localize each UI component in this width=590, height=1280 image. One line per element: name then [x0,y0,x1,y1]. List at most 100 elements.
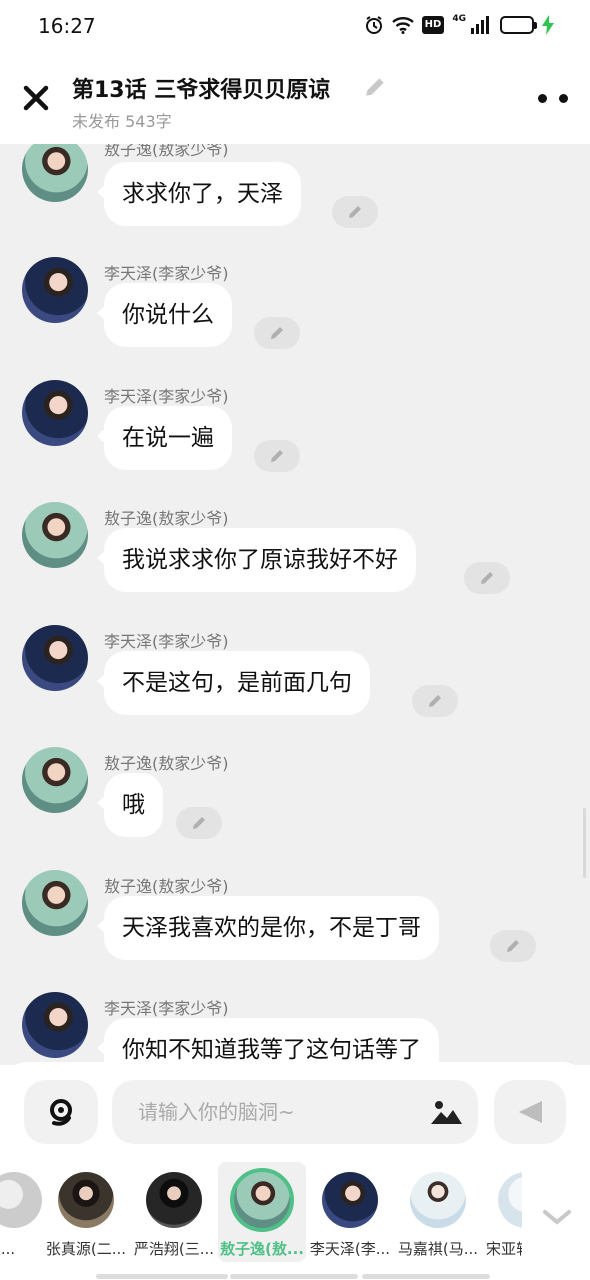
message-item: 李天泽(李家少爷) 你知不知道我等了这句话等了 [0,992,590,1065]
status-icons: HD 4G [364,14,554,36]
close-button[interactable] [20,82,52,114]
voice-button[interactable] [24,1080,98,1144]
avatar[interactable] [22,257,88,323]
character-name: 敖子逸(敖... [220,1240,304,1258]
message-bubble[interactable]: 你说什么 [97,283,232,347]
message-bubble[interactable]: 天泽我喜欢的是你，不是丁哥 [97,896,439,960]
character-name: 严浩翔(三... [133,1240,215,1258]
voice-icon [50,1099,72,1126]
message-item: 敖子逸(敖家少爷) 天泽我喜欢的是你，不是丁哥 [0,870,590,992]
edit-message-button[interactable] [254,317,300,349]
character-name: 马嘉祺(马... [397,1240,479,1258]
message-sender: 敖子逸(敖家少爷) [104,754,229,773]
character-avatar [410,1172,466,1228]
network-type: 4G [452,14,466,24]
message-item: 李天泽(李家少爷) 不是这句，是前面几句 [0,625,590,747]
character-name: 宋亚轩 [486,1240,522,1258]
character-item[interactable]: 李天泽(李... [306,1162,394,1262]
pencil-icon [366,78,384,96]
character-item-selected[interactable]: 敖子逸(敖... [218,1162,306,1262]
message-sender: 李天泽(李家少爷) [104,264,229,283]
pencil-icon [481,572,493,584]
home-indicator [230,1274,358,1279]
edit-message-button[interactable] [412,685,458,717]
character-item[interactable]: 马嘉祺(马... [394,1162,482,1262]
message-bubble[interactable]: 求求你了，天泽 [97,162,301,226]
message-bubble[interactable]: 你知不知道我等了这句话等了 [97,1018,439,1065]
image-icon [431,1101,462,1124]
hd-badge: HD [421,16,445,34]
character-name: 张真源(二... [45,1240,127,1258]
charging-icon [542,14,554,36]
pencil-icon [193,817,205,829]
input-bar [0,1062,590,1162]
character-avatar [322,1172,378,1228]
character-avatar [146,1172,202,1228]
avatar[interactable] [22,380,88,446]
input-box[interactable] [112,1080,478,1144]
story-input[interactable] [138,1080,418,1144]
message-bubble[interactable]: 我说求求你了原谅我好不好 [97,528,416,592]
send-icon [519,1101,542,1123]
avatar[interactable] [22,144,88,202]
battery-icon [500,16,537,34]
edit-title-button[interactable] [362,74,388,100]
message-sender: 敖子逸(敖家少爷) [104,509,229,528]
message-bubble[interactable]: 不是这句，是前面几句 [97,651,370,715]
character-item[interactable]: 宋亚轩 [482,1162,522,1262]
more-icon-dot [538,93,547,103]
pencil-icon [507,940,519,952]
edit-message-button[interactable] [490,930,536,962]
avatar[interactable] [22,625,88,691]
alarm-icon [364,14,384,36]
expand-characters-button[interactable] [540,1206,574,1228]
character-avatar [498,1172,522,1228]
avatar[interactable] [22,992,88,1058]
character-avatar [0,1172,42,1228]
home-indicator [96,1274,228,1279]
message-sender: 敖子逸(敖家少爷) [104,144,229,159]
page-title: 第13话 三爷求得贝贝原谅 [72,78,331,103]
more-button[interactable] [538,88,568,108]
message-item: 李天泽(李家少爷) 你说什么 [0,257,590,379]
avatar[interactable] [22,502,88,568]
more-icon-dot [559,93,568,103]
message-sender: 李天泽(李家少爷) [104,999,229,1018]
avatar[interactable] [22,870,88,936]
character-item[interactable]: 张真源(二... [42,1162,130,1262]
message-item: 李天泽(李家少爷) 在说一遍 [0,380,590,502]
close-icon [23,85,49,111]
pencil-icon [349,206,361,218]
message-bubble[interactable]: 在说一遍 [97,406,232,470]
character-avatar [230,1168,294,1232]
image-button[interactable] [430,1098,462,1126]
scrollbar[interactable] [583,808,586,878]
pencil-icon [271,450,283,462]
avatar[interactable] [22,747,88,813]
character-name: 李天泽(李... [309,1240,391,1258]
header: 第13话 三爷求得贝贝原谅 未发布 543字 [0,54,590,144]
pencil-icon [271,327,283,339]
chat-area[interactable]: 敖子逸(敖家少爷) 求求你了，天泽 李天泽(李家少爷) 你说什么 李天泽(李家少… [0,144,590,1065]
message-sender: 敖子逸(敖家少爷) [104,877,229,896]
pencil-icon [429,695,441,707]
status-bar: 16:27 HD 4G [0,0,590,54]
message-sender: 李天泽(李家少爷) [104,387,229,406]
chevron-down-icon [543,1210,571,1225]
message-item: 敖子逸(敖家少爷) 我说求求你了原谅我好不好 [0,502,590,624]
signal-icon [470,14,492,36]
edit-message-button[interactable] [176,807,222,839]
character-bar: (太... 张真源(二... 严浩翔(三... 敖子逸(敖... 李天泽(李..… [0,1162,590,1280]
chapter-status: 未发布 543字 [72,112,172,131]
wifi-icon [391,14,414,36]
status-time: 16:27 [38,14,96,38]
edit-message-button[interactable] [332,196,378,228]
character-avatar [58,1172,114,1228]
edit-message-button[interactable] [254,440,300,472]
edit-message-button[interactable] [464,562,510,594]
character-item[interactable]: 严浩翔(三... [130,1162,218,1262]
message-item: 敖子逸(敖家少爷) 求求你了，天泽 [0,144,590,268]
message-item: 敖子逸(敖家少爷) 哦 [0,747,590,869]
message-bubble[interactable]: 哦 [97,773,163,837]
send-button[interactable] [494,1080,566,1144]
